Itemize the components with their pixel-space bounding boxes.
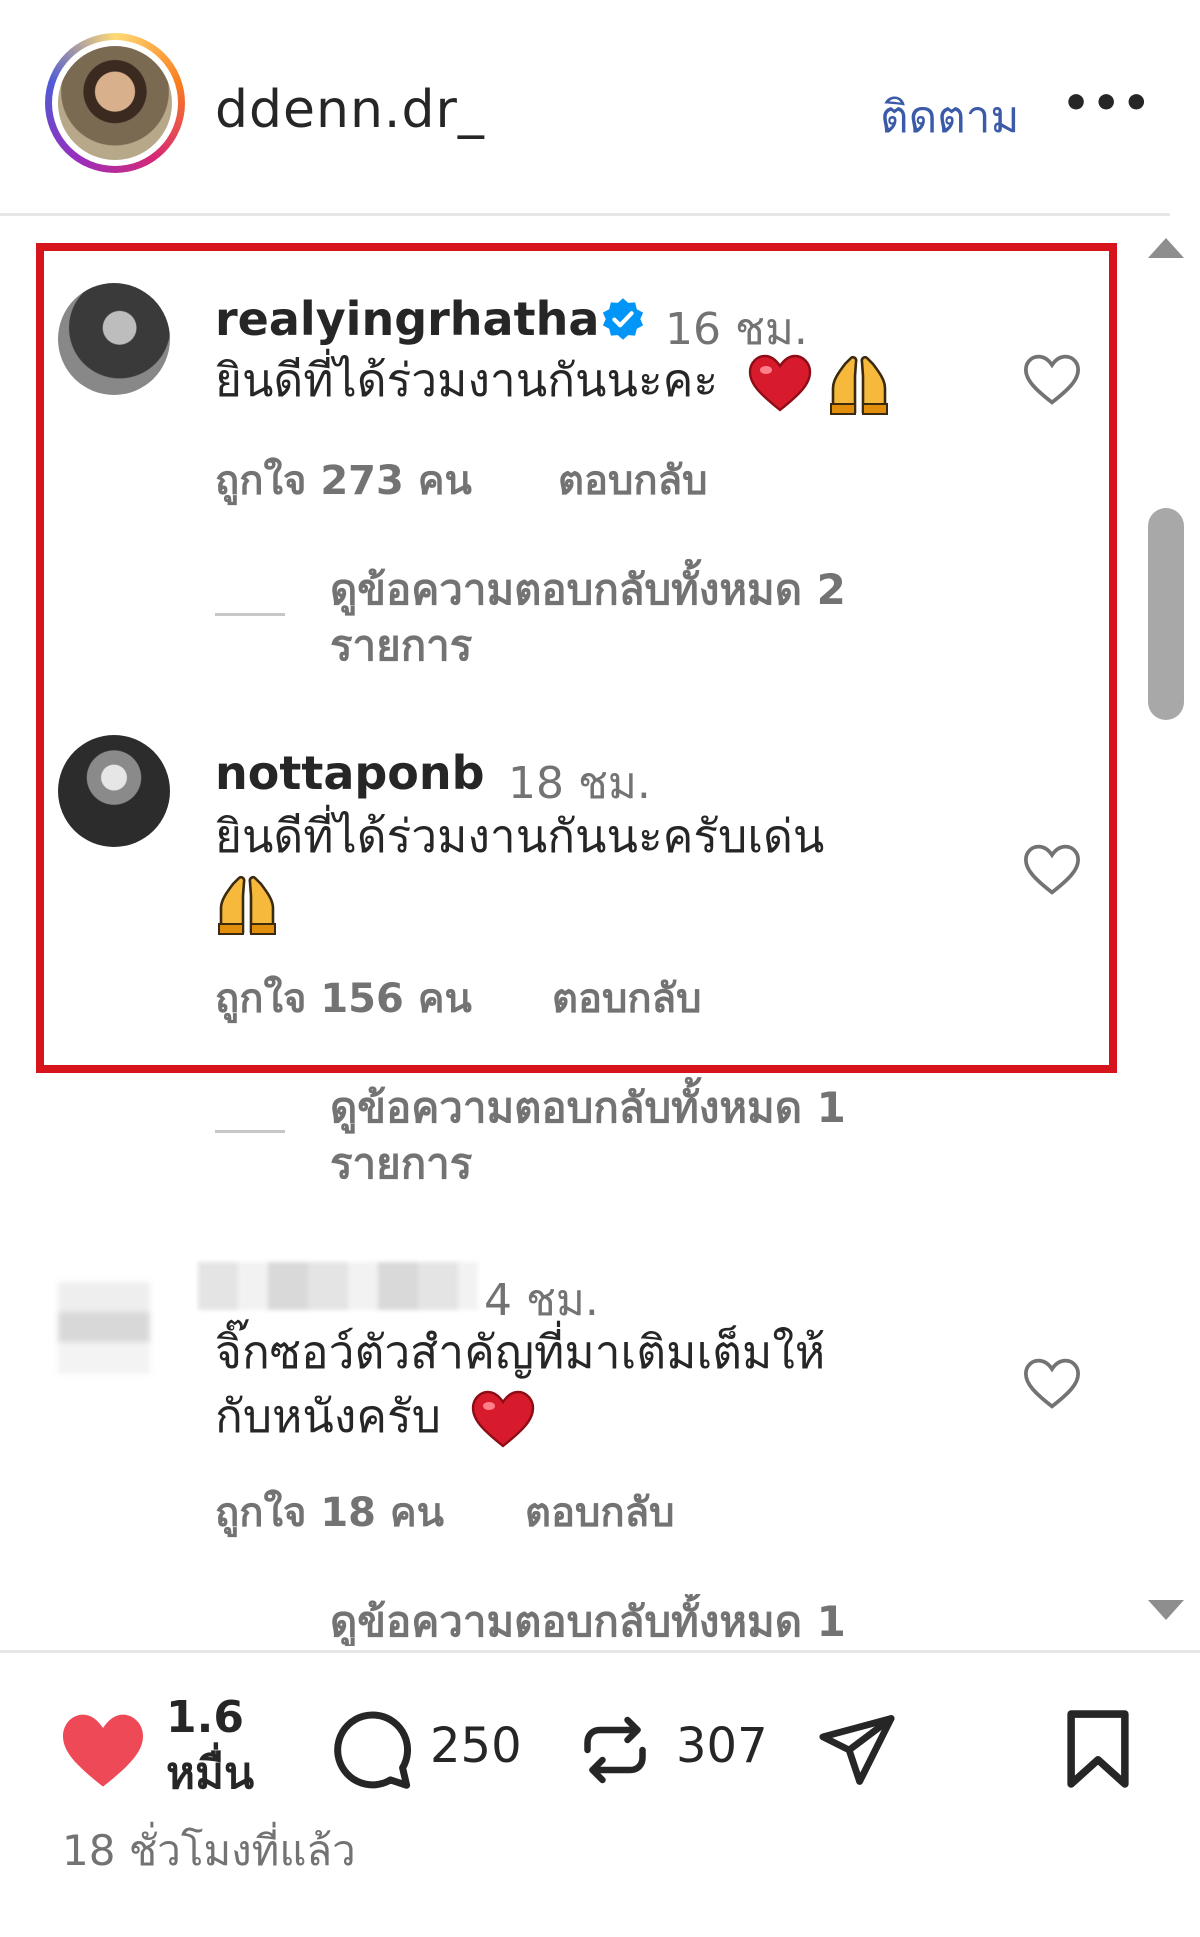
post-likes-value: 1.6 [166,1692,244,1743]
comment-text: จิ๊กซอว์ตัวสำคัญที่มาเติมเต็มให้ กับหนัง… [215,1320,935,1450]
commenter-avatar-blurred[interactable] [58,1282,150,1374]
comment-likes-count[interactable]: ถูกใจ 18 คน [215,1480,444,1544]
like-comment-icon[interactable] [1022,1356,1082,1412]
comment-body-line1: จิ๊กซอว์ตัวสำคัญที่มาเติมเต็มให้ [215,1325,826,1379]
more-horizontal-icon[interactable]: ••• [1062,78,1152,129]
repost-icon[interactable] [575,1710,655,1790]
avatar-photo [58,46,172,160]
profile-avatar[interactable] [45,33,185,173]
comment-username-blurred[interactable] [198,1262,478,1310]
replies-divider [215,1130,285,1133]
avatar-border [52,40,178,166]
comment-body-line2-text: กับหนังครับ [215,1389,441,1443]
red-heart-icon [471,1390,534,1448]
highlight-box [36,243,1117,1073]
heart-filled-icon[interactable] [58,1712,148,1792]
view-replies-button[interactable]: ดูข้อความตอบกลับทั้งหมด 1 รายการ [330,1080,970,1192]
profile-username[interactable]: ddenn.dr_ [215,80,485,140]
post-timestamp: 18 ชั่วโมงที่แล้ว [62,1826,356,1875]
scroll-up-arrow-icon[interactable] [1148,238,1184,258]
view-replies-button[interactable]: ดูข้อความตอบกลับทั้งหมด 1 [330,1594,970,1646]
header-divider [0,213,1170,216]
reply-button[interactable]: ตอบกลับ [525,1480,675,1544]
send-icon[interactable] [815,1708,899,1792]
actions-divider [0,1650,1200,1653]
view-replies-line1: ดูข้อความตอบกลับทั้งหมด 1 [330,1083,846,1132]
view-replies-line1: ดูข้อความตอบกลับทั้งหมด 1 [330,1597,846,1646]
post-likes-count[interactable]: 1.6 หมื่น [166,1690,254,1802]
comment-body-line2: กับหนังครับ [215,1384,935,1450]
follow-button[interactable]: ติดตาม [880,82,1019,152]
post-header: ddenn.dr_ ติดตาม ••• [0,0,1160,215]
comments-count[interactable]: 250 [430,1718,522,1774]
view-replies-line2: รายการ [330,1139,473,1188]
scroll-down-arrow-icon[interactable] [1148,1600,1184,1620]
scrollbar-thumb[interactable] [1148,508,1184,720]
post-likes-unit: หมื่น [166,1748,255,1799]
bookmark-icon[interactable] [1060,1706,1136,1792]
reposts-count[interactable]: 307 [676,1718,768,1774]
comment-icon[interactable] [326,1706,412,1792]
